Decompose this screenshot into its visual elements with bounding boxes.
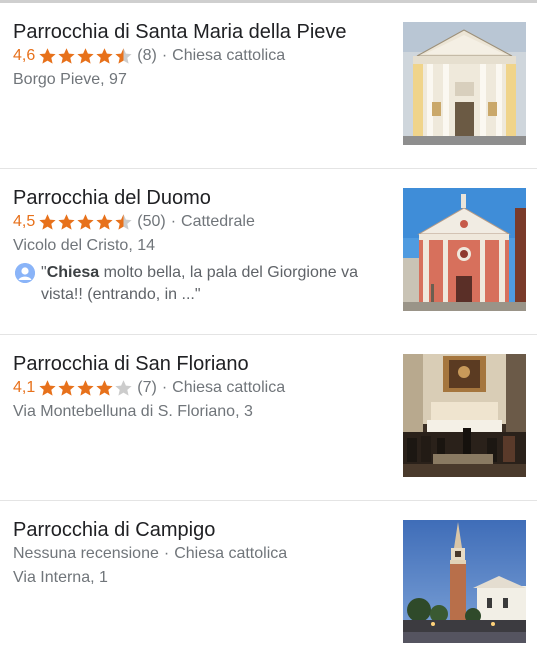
star-icon [115,380,132,396]
star-icon [115,214,132,230]
result-thumbnail[interactable] [403,188,526,311]
result-item[interactable]: Parrocchia di San Floriano 4,1 (7) · Chi… [0,335,537,501]
review-highlight: Chiesa [46,264,100,281]
address: Vicolo del Cristo, 14 [13,237,155,254]
star-icon [96,214,113,230]
result-meta: 4,5 (50) · Cattedrale [13,210,388,234]
result-meta: Nessuna recensione · Chiesa cattolica [13,542,388,566]
star-rating [38,213,133,231]
review-snippet[interactable]: "Chiesa molto bella, la pala del Giorgio… [13,262,388,306]
user-avatar-icon [15,263,35,283]
star-icon [39,214,56,230]
result-item[interactable]: Parrocchia di Campigo Nessuna recensione… [0,501,537,650]
result-title[interactable]: Parrocchia di Santa Maria della Pieve [13,20,388,44]
star-icon [96,48,113,64]
review-count[interactable]: (50) [137,210,165,234]
church-interior-photo [403,354,526,477]
star-icon [58,214,75,230]
star-rating [38,379,133,397]
star-rating [38,47,133,65]
category-label: Cattedrale [181,213,255,230]
result-title[interactable]: Parrocchia di San Floriano [13,352,388,376]
result-text: Parrocchia di Campigo Nessuna recensione… [13,518,388,590]
result-item[interactable]: Parrocchia di Santa Maria della Pieve 4,… [0,3,537,169]
no-reviews-label: Nessuna recensione [13,545,159,562]
cathedral-facade-photo [403,188,526,311]
result-title[interactable]: Parrocchia di Campigo [13,518,388,542]
result-text: Parrocchia di Santa Maria della Pieve 4,… [13,20,388,92]
address: Via Interna, 1 [13,569,108,586]
star-icon [39,380,56,396]
result-thumbnail[interactable] [403,354,526,477]
rating-value: 4,5 [13,213,36,230]
result-title[interactable]: Parrocchia del Duomo [13,186,388,210]
star-icon [77,214,94,230]
review-count[interactable]: (7) [137,376,157,400]
result-thumbnail[interactable] [403,520,526,643]
separator-dot: · [161,47,168,64]
review-count[interactable]: (8) [137,44,157,68]
result-text: Parrocchia di San Floriano 4,1 (7) · Chi… [13,352,388,424]
separator-dot: · [170,213,177,230]
category-label: Chiesa cattolica [174,545,288,562]
church-facade-photo [403,22,526,145]
separator-dot: · [161,379,168,396]
star-icon [58,380,75,396]
star-icon [96,380,113,396]
results-list: Parrocchia di Santa Maria della Pieve 4,… [0,3,537,650]
result-meta: 4,1 (7) · Chiesa cattolica [13,376,388,400]
address: Borgo Pieve, 97 [13,71,127,88]
result-item[interactable]: Parrocchia del Duomo 4,5 (50) · Cattedra… [0,169,537,335]
category-label: Chiesa cattolica [172,379,286,396]
result-thumbnail[interactable] [403,22,526,145]
result-text: Parrocchia del Duomo 4,5 (50) · Cattedra… [13,186,388,306]
star-icon [77,48,94,64]
star-icon [58,48,75,64]
star-icon [77,380,94,396]
star-icon [39,48,56,64]
rating-value: 4,1 [13,379,36,396]
separator-dot: · [163,545,170,562]
bell-tower-photo [403,520,526,643]
address: Via Montebelluna di S. Floriano, 3 [13,403,253,420]
result-meta: 4,6 (8) · Chiesa cattolica [13,44,388,68]
rating-value: 4,6 [13,47,36,64]
category-label: Chiesa cattolica [172,47,286,64]
star-icon [115,48,132,64]
